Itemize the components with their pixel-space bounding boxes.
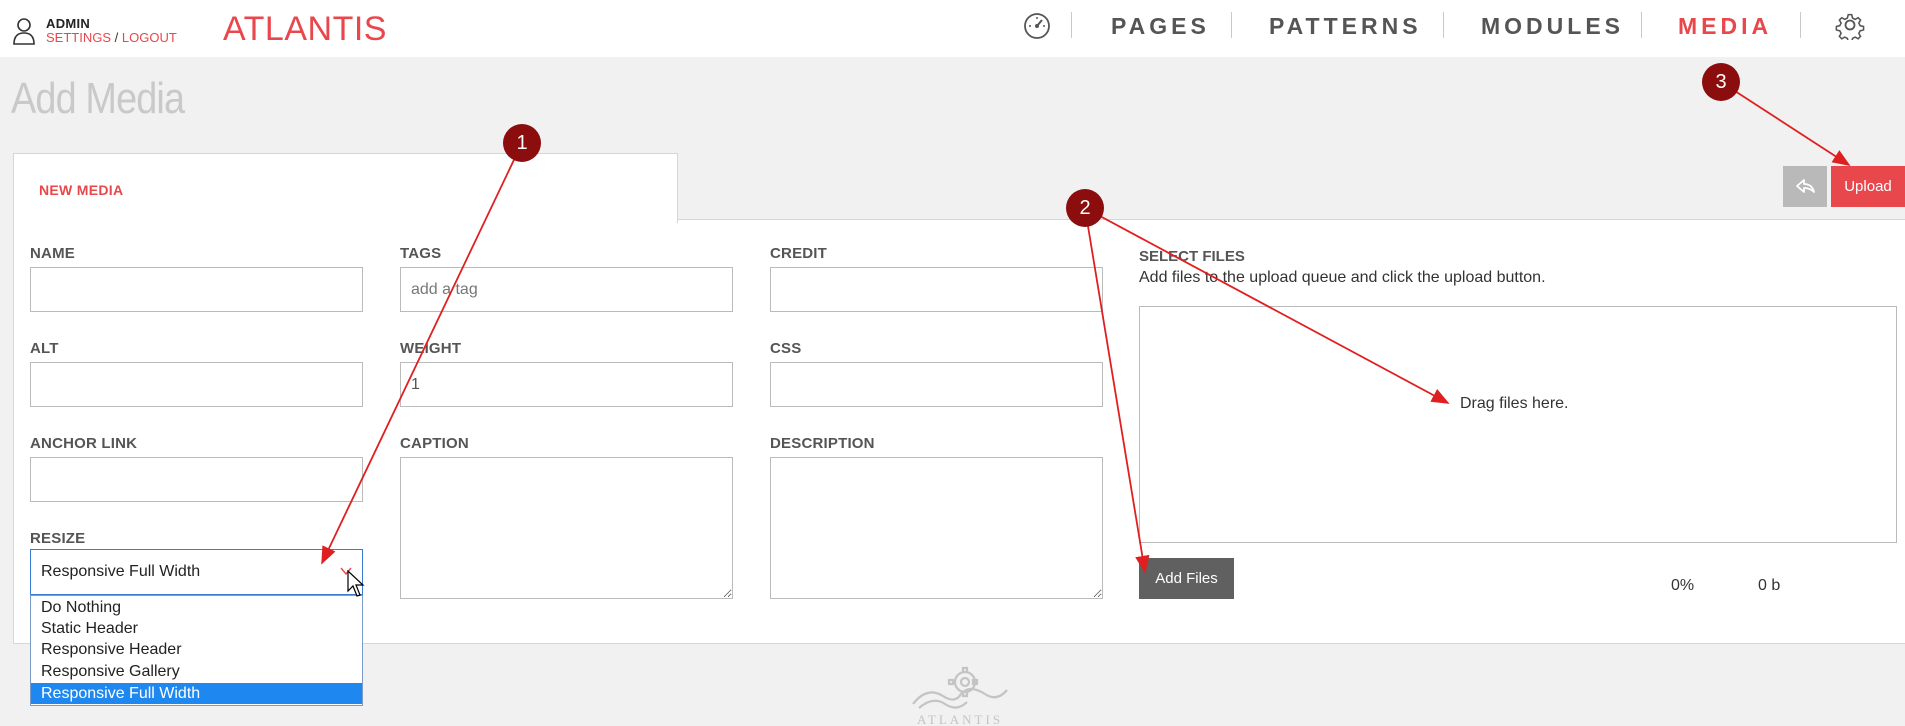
reply-arrow-icon	[1796, 179, 1815, 193]
annotation-arrow	[1720, 81, 1851, 166]
credit-input[interactable]	[770, 267, 1103, 312]
description-label: DESCRIPTION	[770, 435, 875, 452]
user-name: ADMIN	[46, 16, 91, 31]
dropzone-text: Drag files here.	[1460, 395, 1569, 412]
add-files-button[interactable]: Add Files	[1139, 558, 1234, 599]
select-files-help: Add files to the upload queue and click …	[1139, 269, 1546, 286]
upload-button[interactable]: Upload	[1831, 166, 1905, 207]
dashboard-icon[interactable]	[1022, 12, 1052, 40]
mouse-cursor-icon	[347, 570, 365, 597]
nav-modules[interactable]: MODULES	[1481, 13, 1624, 40]
annotation-marker: 3	[1702, 63, 1740, 101]
upload-progress: 0%	[1671, 577, 1695, 594]
user-icon[interactable]	[12, 17, 36, 45]
resize-selected-value: Responsive Full Width	[41, 563, 201, 580]
nav-divider	[1443, 12, 1444, 38]
weight-label: WEIGHT	[400, 340, 462, 357]
resize-dropdown-list: Do Nothing Static Header Responsive Head…	[30, 595, 363, 706]
nav-divider	[1641, 12, 1642, 38]
logout-link[interactable]: LOGOUT	[122, 30, 177, 45]
anchor-link-input[interactable]	[30, 457, 363, 502]
settings-link[interactable]: SETTINGS	[46, 30, 111, 45]
dropdown-option[interactable]: Responsive Gallery	[31, 661, 362, 682]
nav-divider	[1800, 12, 1801, 38]
upload-size: 0 b	[1758, 577, 1781, 594]
tags-label: TAGS	[400, 245, 442, 262]
name-input[interactable]	[30, 267, 363, 312]
description-textarea[interactable]	[770, 457, 1103, 599]
credit-label: CREDIT	[770, 245, 828, 262]
alt-input[interactable]	[30, 362, 363, 407]
alt-label: ALT	[30, 340, 59, 357]
dropdown-option[interactable]: Do Nothing	[31, 597, 362, 618]
css-label: CSS	[770, 340, 802, 357]
tags-input[interactable]	[400, 267, 733, 312]
name-label: NAME	[30, 245, 75, 262]
footer-logo-text: ATLANTIS	[917, 712, 1003, 726]
footer-logo: ATLANTIS	[912, 666, 1008, 726]
nav-patterns[interactable]: PATTERNS	[1269, 13, 1422, 40]
file-dropzone[interactable]	[1139, 306, 1897, 543]
select-files-label: SELECT FILES	[1139, 248, 1245, 265]
top-navigation-bar: ADMIN SETTINGS / LOGOUT ATLANTIS PAGES P…	[0, 0, 1905, 57]
nav-media[interactable]: MEDIA	[1678, 13, 1772, 40]
anchor-link-label: ANCHOR LINK	[30, 435, 138, 452]
tab-connector	[14, 215, 677, 223]
tab-new-media[interactable]: NEW MEDIA	[13, 153, 678, 223]
resize-label: RESIZE	[30, 530, 86, 547]
caption-label: CAPTION	[400, 435, 469, 452]
weight-input[interactable]	[400, 362, 733, 407]
page-title: Add Media	[11, 74, 185, 123]
annotation-marker: 2	[1066, 189, 1104, 227]
nav-divider	[1231, 12, 1232, 38]
gear-icon[interactable]	[1835, 10, 1865, 40]
caption-textarea[interactable]	[400, 457, 733, 599]
css-input[interactable]	[770, 362, 1103, 407]
back-button[interactable]	[1783, 166, 1827, 207]
gear-wave-icon	[912, 666, 1008, 709]
nav-pages[interactable]: PAGES	[1111, 13, 1210, 40]
user-links: SETTINGS / LOGOUT	[46, 30, 177, 45]
nav-divider	[1071, 12, 1072, 38]
dropdown-option-selected[interactable]: Responsive Full Width	[31, 683, 362, 704]
annotation-marker: 1	[503, 124, 541, 162]
tab-label: NEW MEDIA	[39, 182, 124, 198]
link-separator: /	[114, 30, 119, 45]
brand-logo[interactable]: ATLANTIS	[223, 10, 387, 49]
dropdown-option[interactable]: Static Header	[31, 618, 362, 639]
resize-select[interactable]: Responsive Full Width	[30, 549, 363, 595]
dropdown-option[interactable]: Responsive Header	[31, 639, 362, 660]
